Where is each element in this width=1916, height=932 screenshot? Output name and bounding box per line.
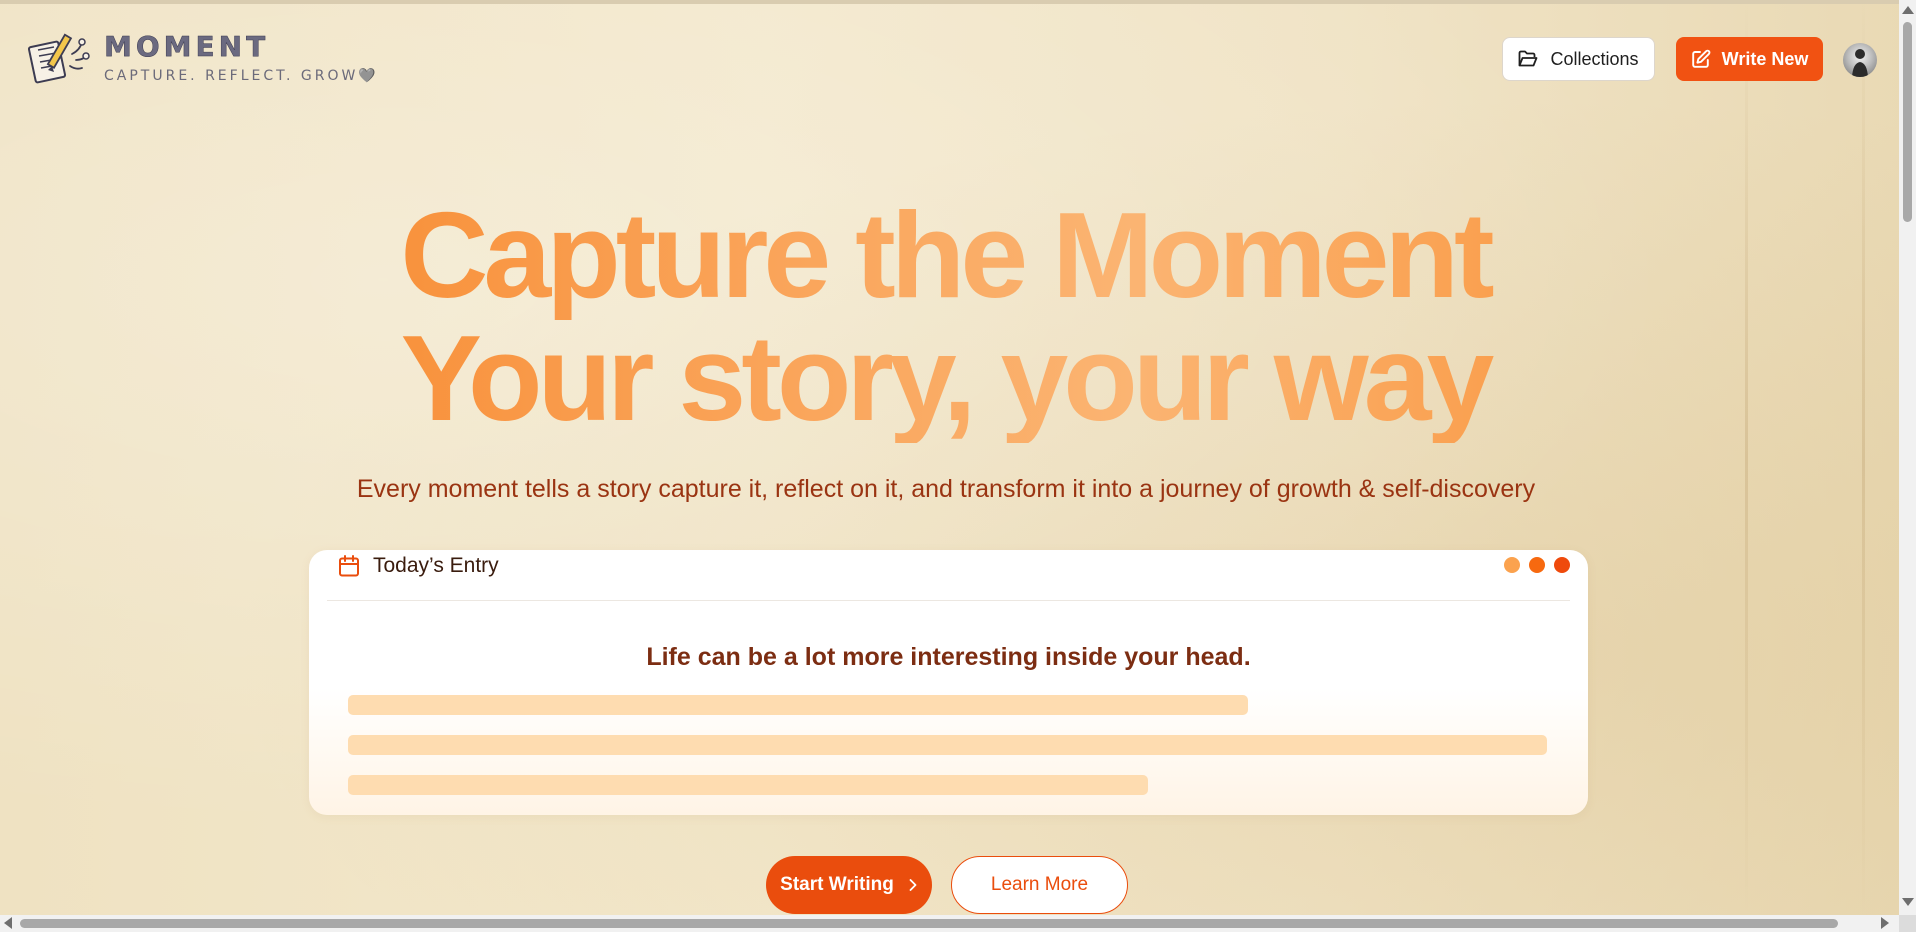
chevron-right-icon [909,879,917,891]
hero-title-line-1: Capture the Moment [0,190,1890,320]
brand-tagline: CAPTURE. REFLECT. GROW🩶 [104,68,376,84]
write-new-button[interactable]: Write New [1676,37,1823,81]
user-photo-icon [1852,49,1868,77]
start-writing-button[interactable]: Start Writing [766,856,932,914]
entry-card-header: Today’s Entry [327,550,1570,601]
folder-open-icon [1519,50,1538,67]
dot-light [1504,557,1520,573]
learn-more-button[interactable]: Learn More [951,856,1128,914]
skeleton-line [348,695,1248,715]
scroll-right-arrow-icon[interactable] [1881,917,1889,929]
horizontal-scroll-thumb[interactable] [20,919,1838,928]
paper-crease [1862,0,1865,914]
brand-text: MOMENT CAPTURE. REFLECT. GROW🩶 [104,30,376,84]
skeleton-line [348,775,1148,795]
notebook-pencil-logo-icon [27,33,90,84]
scroll-down-arrow-icon[interactable] [1902,898,1914,906]
collections-button[interactable]: Collections [1502,37,1655,81]
hero-subtitle: Every moment tells a story capture it, r… [356,475,1536,503]
avatar[interactable] [1843,43,1877,77]
brand-logo[interactable]: MOMENT CAPTURE. REFLECT. GROW🩶 [26,30,376,86]
page-top-edge [0,0,1916,4]
entry-preview-card: Today’s Entry Life can be a lot more int… [309,550,1588,815]
entry-title: Today’s Entry [373,554,499,577]
dot-mid [1529,557,1545,573]
scroll-up-arrow-icon[interactable] [1902,6,1914,14]
scrollbar-corner [1899,915,1916,932]
entry-quote: Life can be a lot more interesting insid… [646,643,1251,671]
scroll-left-arrow-icon[interactable] [4,917,12,929]
vertical-scrollbar[interactable] [1899,0,1916,915]
paper-crease [1745,0,1748,914]
edit-square-icon [1691,49,1711,68]
calendar-icon [339,555,359,577]
collections-label: Collections [1550,48,1639,69]
horizontal-scrollbar[interactable] [0,915,1916,932]
vertical-scroll-thumb[interactable] [1903,22,1912,222]
learn-more-label: Learn More [990,874,1089,895]
write-new-label: Write New [1721,48,1809,69]
tagline-text: CAPTURE. REFLECT. GROW [104,68,359,84]
heart-icon: 🩶 [358,68,376,84]
brand-name: MOMENT [104,30,270,63]
dot-dark [1554,557,1570,573]
window-dots [1504,557,1570,573]
skeleton-line [348,735,1547,755]
hero-title-line-2: Your story, your way [0,313,1890,443]
start-writing-label: Start Writing [780,874,894,895]
